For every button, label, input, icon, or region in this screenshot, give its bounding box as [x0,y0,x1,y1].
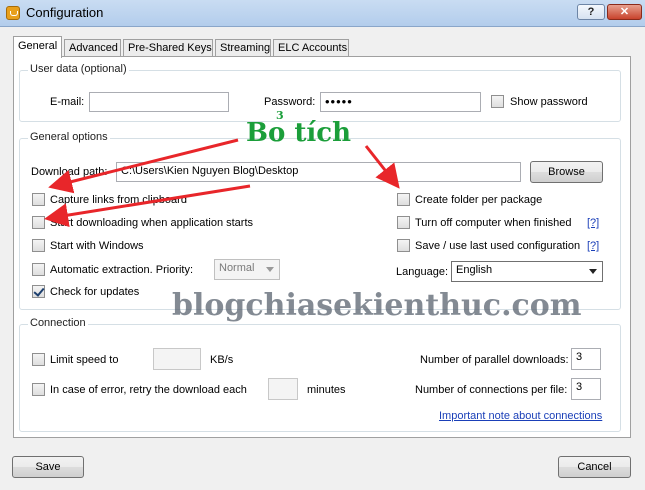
user-data-group: User data (optional) E-mail: Password: •… [19,63,621,122]
watermark-text: blogchiasekienthuc.com [172,288,582,323]
start-downloading-checkbox[interactable] [32,216,45,229]
start-with-windows-checkbox[interactable] [32,239,45,252]
tab-pre-shared-keys[interactable]: Pre-Shared Keys [123,39,213,57]
password-label: Password: [264,96,316,108]
language-value: English [456,264,493,276]
start-with-windows-label: Start with Windows [50,240,144,252]
tab-panel-general: User data (optional) E-mail: Password: •… [13,56,631,438]
language-select[interactable]: English [451,261,603,282]
automatic-extraction-checkbox[interactable] [32,263,45,276]
turn-off-help-link[interactable]: [?] [587,217,599,229]
close-button[interactable]: ✕ [607,4,642,20]
capture-links-label: Capture links from clipboard [50,194,187,206]
start-downloading-label: Start downloading when application start… [50,217,254,229]
cancel-button[interactable]: Cancel [558,456,631,478]
save-button[interactable]: Save [12,456,84,478]
check-for-updates-checkbox[interactable] [32,285,45,298]
create-folder-label: Create folder per package [415,194,543,206]
tab-general[interactable]: General [13,36,62,58]
title-bar: Configuration ? ✕ [0,0,645,27]
connections-note-link[interactable]: Important note about connections [439,410,602,422]
save-configuration-help-link[interactable]: [?] [587,240,599,252]
tab-elc-accounts[interactable]: ELC Accounts [273,39,349,57]
connection-group: Connection Limit speed to KB/s In case o… [19,317,621,432]
retry-unit: minutes [307,384,346,396]
parallel-downloads-label: Number of parallel downloads: [420,354,569,366]
retry-field[interactable] [268,378,298,400]
tab-advanced[interactable]: Advanced [64,39,121,57]
annotation-text: Bo tích [246,118,351,148]
help-button[interactable]: ? [577,4,605,20]
app-icon [6,6,20,20]
retry-label: In case of error, retry the download eac… [50,384,247,396]
turn-off-computer-checkbox[interactable] [397,216,410,229]
connection-legend: Connection [28,317,88,329]
window-title: Configuration [26,5,104,20]
limit-speed-label: Limit speed to [50,354,119,366]
limit-speed-unit: KB/s [210,354,234,366]
chevron-down-icon [589,269,597,274]
email-field[interactable] [89,92,229,112]
general-options-legend: General options [28,131,110,143]
download-path-label: Download path: [31,166,108,178]
download-path-field[interactable]: C:\Users\Kien Nguyen Blog\Desktop [116,162,521,182]
create-folder-checkbox[interactable] [397,193,410,206]
capture-links-checkbox[interactable] [32,193,45,206]
priority-value: Normal [219,262,255,274]
language-label: Language: [396,266,448,278]
annotation-number: 3 [276,109,284,122]
show-password-checkbox[interactable] [491,95,504,108]
chevron-down-icon [266,267,274,272]
limit-speed-checkbox[interactable] [32,353,45,366]
connections-per-file-field[interactable]: 3 [571,378,601,400]
automatic-extraction-label: Automatic extraction. Priority: [50,264,194,276]
turn-off-computer-label: Turn off computer when finished [415,217,572,229]
save-configuration-label: Save / use last used configuration [415,240,581,252]
priority-select[interactable]: Normal [214,259,280,280]
password-field[interactable]: ••••• [320,92,481,112]
general-options-group: General options Download path: C:\Users\… [19,131,621,310]
parallel-downloads-field[interactable]: 3 [571,348,601,370]
tab-streaming[interactable]: Streaming [215,39,271,57]
connections-per-file-label: Number of connections per file: [415,384,568,396]
retry-checkbox[interactable] [32,383,45,396]
check-for-updates-label: Check for updates [50,286,140,298]
show-password-label: Show password [510,96,588,108]
browse-button[interactable]: Browse [530,161,603,183]
user-data-legend: User data (optional) [28,63,129,75]
email-label: E-mail: [50,96,85,108]
save-configuration-checkbox[interactable] [397,239,410,252]
limit-speed-field[interactable] [153,348,201,370]
